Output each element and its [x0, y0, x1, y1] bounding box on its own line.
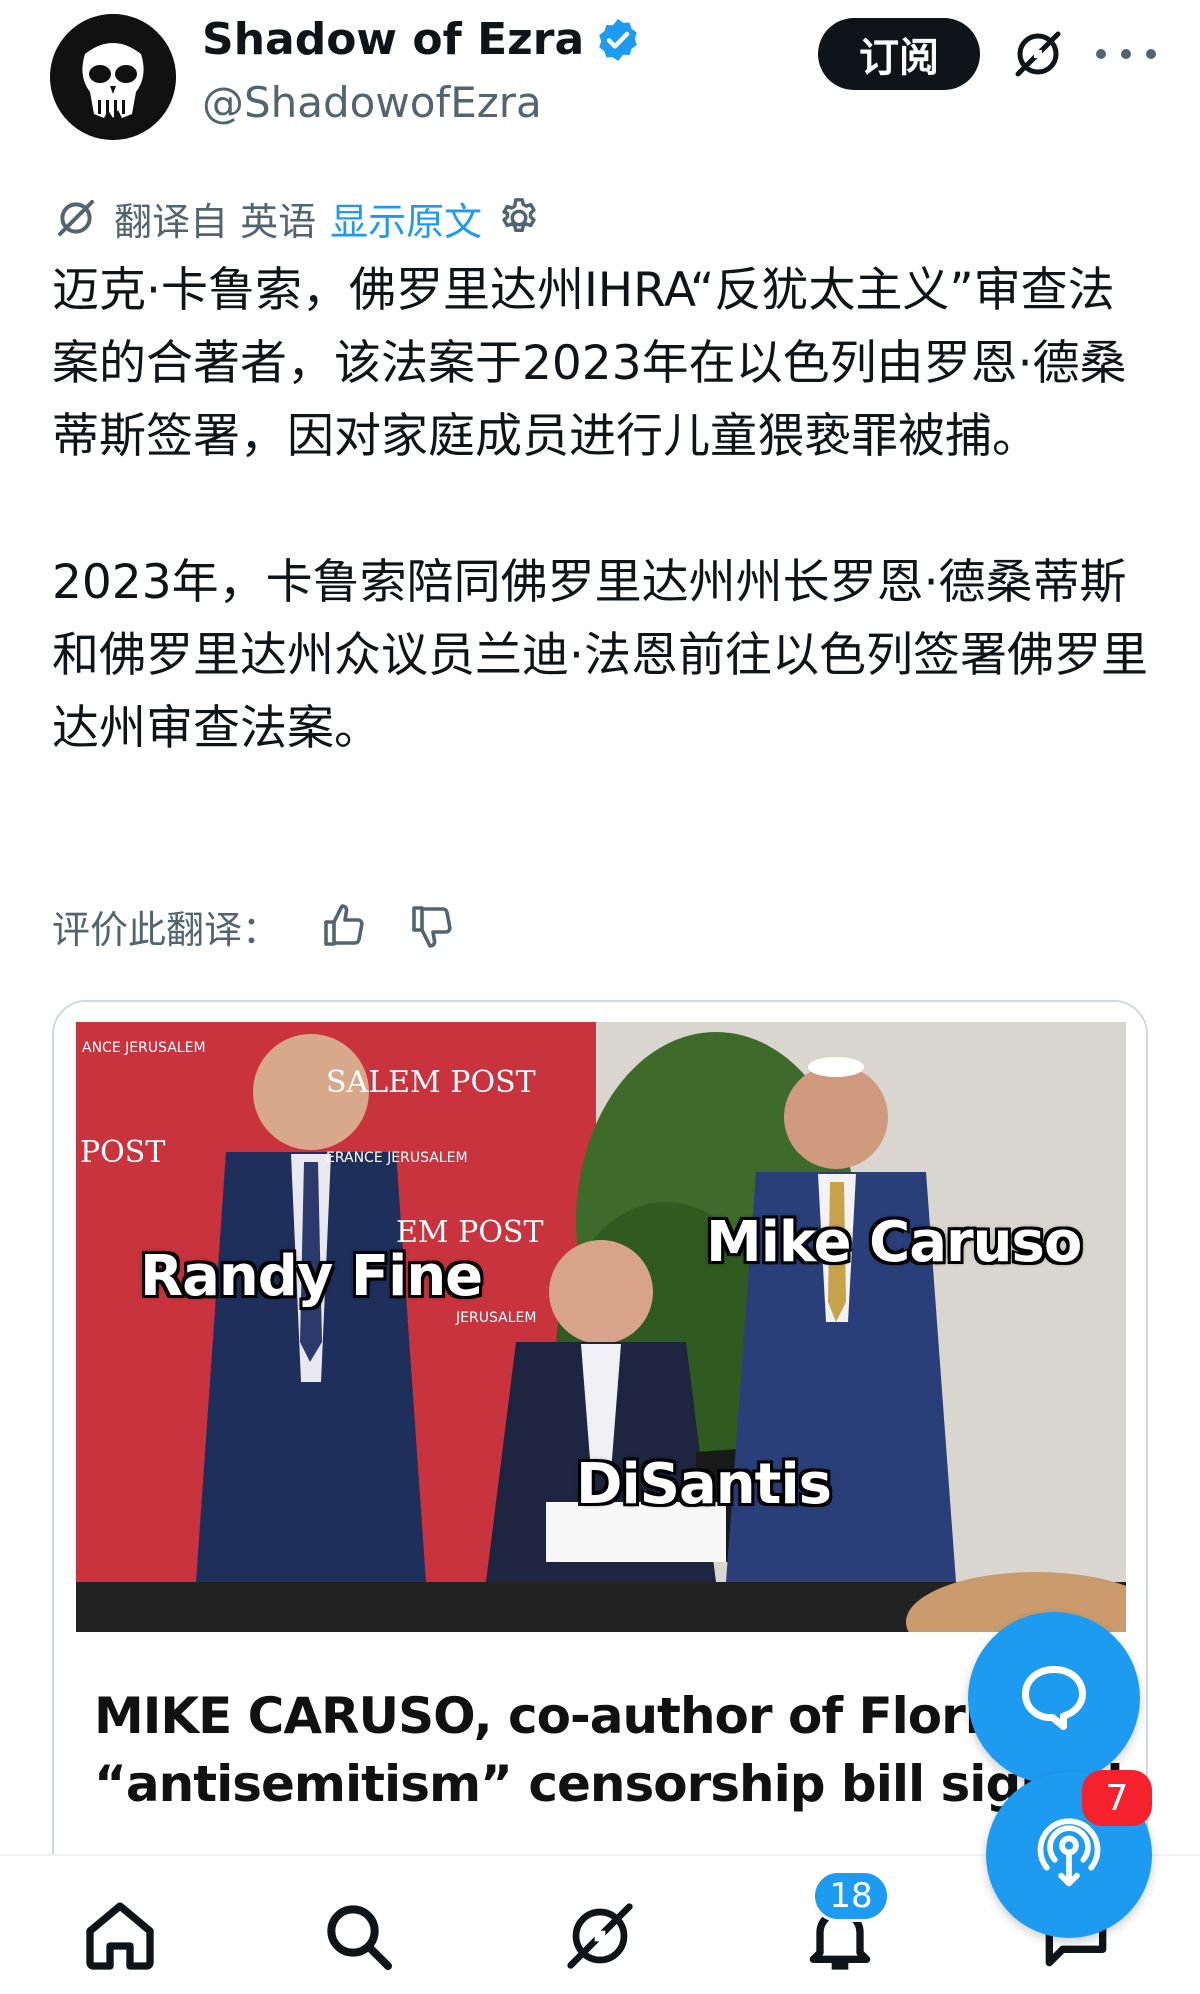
home-icon[interactable]: [80, 1896, 160, 1976]
grok-translate-icon: [58, 200, 94, 236]
banner-text: SALEM POST: [326, 1065, 536, 1100]
tweet-paragraph: 迈克·卡鲁索，佛罗里达州IHRA“反犹太主义”审查法案的合著者，该法案于2023…: [52, 263, 1127, 464]
thumbs-down-icon[interactable]: [408, 902, 456, 950]
banner-text: ERANCE JERUSALEM: [326, 1150, 468, 1166]
subscribe-button[interactable]: 订阅: [818, 18, 980, 90]
avatar[interactable]: [50, 14, 176, 140]
meme-photo[interactable]: ANCE JERUSALEM SALEM POST POST ERANCE JE…: [76, 1022, 1126, 1632]
display-name[interactable]: Shadow of Ezra: [202, 14, 642, 65]
reply-fab[interactable]: [968, 1612, 1140, 1784]
tweet-header: Shadow of Ezra @ShadowofEzra 订阅: [0, 0, 1200, 170]
banner-text: JERUSALEM: [455, 1310, 536, 1326]
reply-bubble-icon: [1022, 1666, 1086, 1730]
punisher-skull-icon: [50, 14, 176, 140]
spaces-podcast-icon: [1037, 1818, 1101, 1887]
meme-caption-line: “antisemitism” censorship bill signed: [94, 1755, 1124, 1813]
spaces-badge: 7: [1082, 1770, 1152, 1826]
meme-label-left: Randy Fine: [140, 1244, 483, 1309]
tweet-text: 迈克·卡鲁索，佛罗里达州IHRA“反犹太主义”审查法案的合著者，该法案于2023…: [52, 254, 1152, 765]
banner-text: POST: [80, 1135, 165, 1170]
rate-translation: 评价此翻译：: [52, 898, 456, 954]
photo-illustration: ANCE JERUSALEM SALEM POST POST ERANCE JE…: [76, 1022, 1126, 1632]
translation-notice: 翻译自 英语 显示原文: [52, 190, 542, 246]
thumbs-up-icon[interactable]: [320, 902, 368, 950]
rate-translation-label: 评价此翻译：: [52, 907, 281, 952]
meme-label-right: Mike Caruso: [706, 1210, 1082, 1275]
translation-source-label: 翻译自 英语: [114, 199, 317, 244]
more-icon[interactable]: [1096, 26, 1156, 82]
gear-icon[interactable]: [496, 195, 542, 241]
banner-text: ANCE JERUSALEM: [82, 1040, 206, 1056]
search-icon[interactable]: [318, 1896, 398, 1976]
show-original-link[interactable]: 显示原文: [330, 191, 482, 246]
grok-icon[interactable]: [560, 1896, 640, 1976]
media-card[interactable]: ANCE JERUSALEM SALEM POST POST ERANCE JE…: [52, 1000, 1148, 1900]
grok-icon[interactable]: [1008, 24, 1068, 84]
user-handle[interactable]: @ShadowofEzra: [202, 78, 542, 127]
notifications-badge: 18: [812, 1870, 890, 1922]
tweet-paragraph: 2023年，卡鲁索陪同佛罗里达州州长罗恩·德桑蒂斯和佛罗里达州众议员兰迪·法恩前…: [52, 555, 1148, 756]
verified-badge-icon: [599, 18, 637, 61]
display-name-text: Shadow of Ezra: [202, 14, 585, 65]
meme-label-center: DiSantis: [576, 1452, 832, 1517]
